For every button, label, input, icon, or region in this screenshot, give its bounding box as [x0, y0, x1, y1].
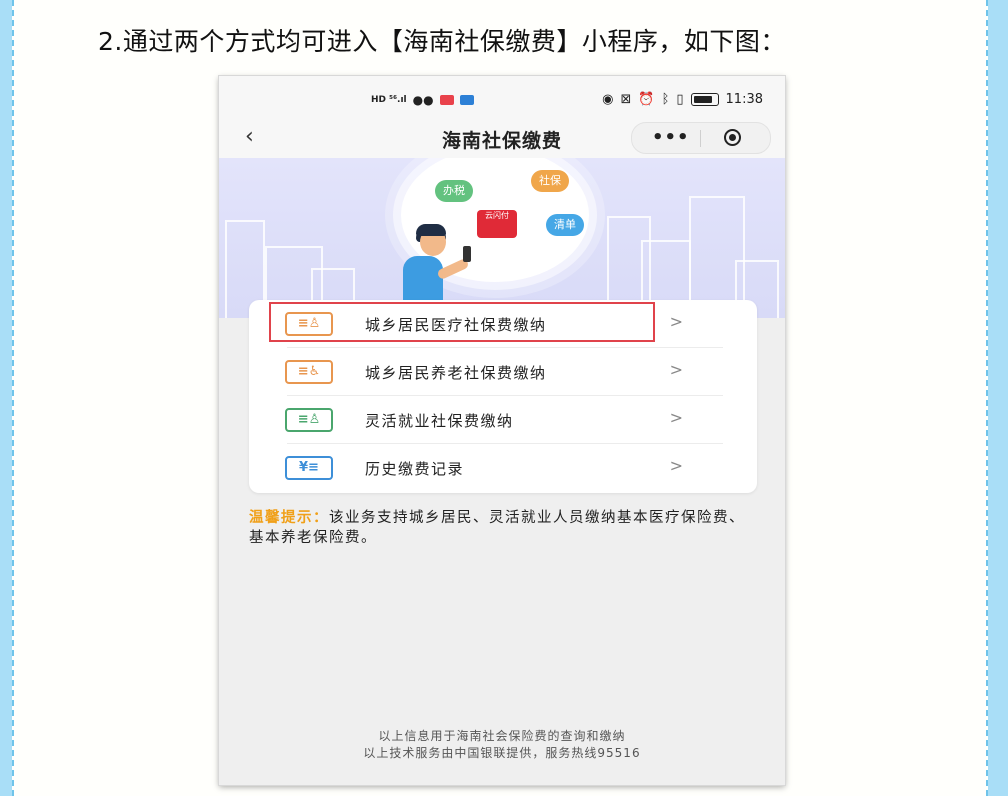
phone-screenshot: HD ⁵⁶.ıl ●● ◉ ⊠ ⏰ ᛒ ▯ 11:38 ‹ 海南社保缴费 ••• [219, 76, 785, 785]
capsule-divider [700, 130, 701, 147]
footer-line-2: 以上技术服务由中国银联提供，服务热线95516 [363, 746, 641, 760]
handheld-phone-icon [463, 246, 471, 262]
close-icon[interactable] [724, 129, 741, 146]
red-notification-icon [439, 95, 454, 105]
service-menu: ≡♙ 城乡居民医疗社保费缴纳 > ≡♿ 城乡居民养老社保费缴纳 > ≡♙ 灵活就… [249, 300, 757, 493]
payment-record-icon: ¥≡ [285, 456, 333, 480]
tag-qingdan: 清单 [546, 214, 584, 236]
menu-item-label: 灵活就业社保费缴纳 [365, 412, 514, 430]
status-right: ◉ ⊠ ⏰ ᛒ ▯ 11:38 [602, 92, 763, 107]
mini-program-capsule: ••• [631, 122, 771, 154]
elderly-card-icon: ≡♿ [285, 360, 333, 384]
menu-item-pension[interactable]: ≡♿ 城乡居民养老社保费缴纳 > [249, 348, 757, 396]
resident-card-icon: ≡♙ [285, 312, 333, 336]
signal-icon: HD ⁵⁶.ıl [371, 95, 407, 105]
battery-icon [690, 93, 719, 106]
unionpay-logo: 云闪付 [477, 210, 517, 238]
bluetooth-icon: ᛒ [661, 92, 670, 107]
tag-banshui: 办税 [435, 180, 473, 202]
menu-item-medical[interactable]: ≡♙ 城乡居民医疗社保费缴纳 > [249, 300, 757, 348]
document-page: 2.通过两个方式均可进入【海南社保缴费】小程序，如下图： HD ⁵⁶.ıl ●●… [12, 0, 988, 796]
menu-item-label: 城乡居民医疗社保费缴纳 [365, 316, 547, 334]
blue-notification-icon [459, 95, 474, 105]
menu-item-label: 城乡居民养老社保费缴纳 [365, 364, 547, 382]
more-icon[interactable]: ••• [652, 127, 690, 148]
menu-item-label: 历史缴费记录 [365, 460, 465, 478]
flexible-employment-icon: ≡♙ [285, 408, 333, 432]
person-body [403, 256, 443, 306]
tips-label: 温馨提示： [249, 510, 329, 526]
menu-item-history[interactable]: ¥≡ 历史缴费记录 > [249, 444, 757, 492]
eye-icon: ◉ [602, 92, 614, 107]
clock: 11:38 [725, 92, 763, 107]
status-bar: HD ⁵⁶.ıl ●● ◉ ⊠ ⏰ ᛒ ▯ 11:38 [219, 76, 785, 122]
chevron-right-icon: > [669, 408, 683, 427]
nav-bar: ‹ 海南社保缴费 ••• [219, 122, 785, 158]
tips-text: 温馨提示：该业务支持城乡居民、灵活就业人员缴纳基本医疗保险费、基本养老保险费。 [249, 508, 759, 548]
chevron-right-icon: > [669, 312, 683, 331]
banner-illustration: 办税 社保 清单 云闪付 [219, 158, 785, 318]
menu-item-flexible[interactable]: ≡♙ 灵活就业社保费缴纳 > [249, 396, 757, 444]
person-hair-top [416, 224, 446, 236]
chevron-right-icon: > [669, 360, 683, 379]
tag-shebao: 社保 [531, 170, 569, 192]
footer-line-1: 以上信息用于海南社会保险费的查询和缴纳 [378, 729, 626, 743]
wechat-icon: ●● [412, 93, 434, 107]
vibrate-icon: ▯ [676, 92, 684, 107]
alarm-icon: ⏰ [638, 92, 655, 107]
page-heading: 2.通过两个方式均可进入【海南社保缴费】小程序，如下图： [98, 27, 786, 56]
nfc-icon: ⊠ [620, 92, 632, 107]
chevron-right-icon: > [669, 456, 683, 475]
footer: 以上信息用于海南社会保险费的查询和缴纳 以上技术服务由中国银联提供，服务热线95… [219, 728, 785, 762]
status-left: HD ⁵⁶.ıl ●● [371, 93, 474, 107]
